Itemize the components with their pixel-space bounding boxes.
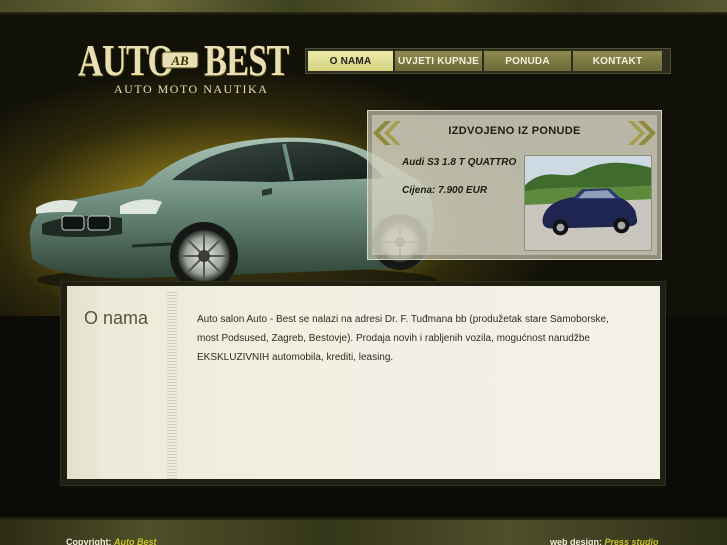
logo-word-auto: AUTO xyxy=(78,36,174,85)
featured-offer-panel: IZDVOJENO IZ PONUDE Audi S3 1.8 T QUATTR… xyxy=(367,110,662,260)
sidebar-divider xyxy=(167,292,177,479)
double-chevron-right-icon[interactable] xyxy=(628,119,658,147)
content-panel: O nama Auto salon Auto - Best se nalazi … xyxy=(60,281,666,486)
nav-item-o-nama[interactable]: O NAMA xyxy=(308,51,393,71)
footer-copyright-name[interactable]: Auto Best xyxy=(114,537,157,545)
featured-car-photo[interactable] xyxy=(524,155,652,251)
footer-design-credit: web design: Press studio xyxy=(550,537,659,545)
logo-emblem-text: AB xyxy=(170,53,189,68)
top-texture-strip xyxy=(0,0,727,16)
featured-car-name[interactable]: Audi S3 1.8 T QUATTRO xyxy=(402,157,516,168)
nav-item-kontakt[interactable]: KONTAKT xyxy=(573,51,662,71)
about-text: Auto salon Auto - Best se nalazi na adre… xyxy=(197,314,609,363)
main-nav: O NAMA UVJETI KUPNJE PONUDA KONTAKT xyxy=(305,48,671,74)
featured-car-price: Cijena: 7.900 EUR xyxy=(402,185,488,196)
nav-item-uvjeti-kupnje[interactable]: UVJETI KUPNJE xyxy=(395,51,482,71)
footer-design-label: web design: xyxy=(550,537,603,545)
footer-design-link[interactable]: Press studio xyxy=(605,537,659,545)
logo-emblem-icon: AB xyxy=(161,51,199,69)
logo-subtitle: AUTO MOTO NAUTIKA xyxy=(114,82,269,96)
page-title: O nama xyxy=(84,308,149,328)
content-inner: O nama Auto salon Auto - Best se nalazi … xyxy=(67,286,660,479)
logo-word-best: BEST xyxy=(204,36,289,85)
logo[interactable]: AUTO AB BEST AUTO MOTO NAUTIKA xyxy=(78,36,289,98)
featured-offer-title: IZDVOJENO IZ PONUDE xyxy=(448,125,581,137)
footer-copyright-label: Copyright: xyxy=(66,537,112,545)
footer-copyright: Copyright: Auto Best xyxy=(66,537,157,545)
nav-item-ponuda[interactable]: PONUDA xyxy=(484,51,571,71)
